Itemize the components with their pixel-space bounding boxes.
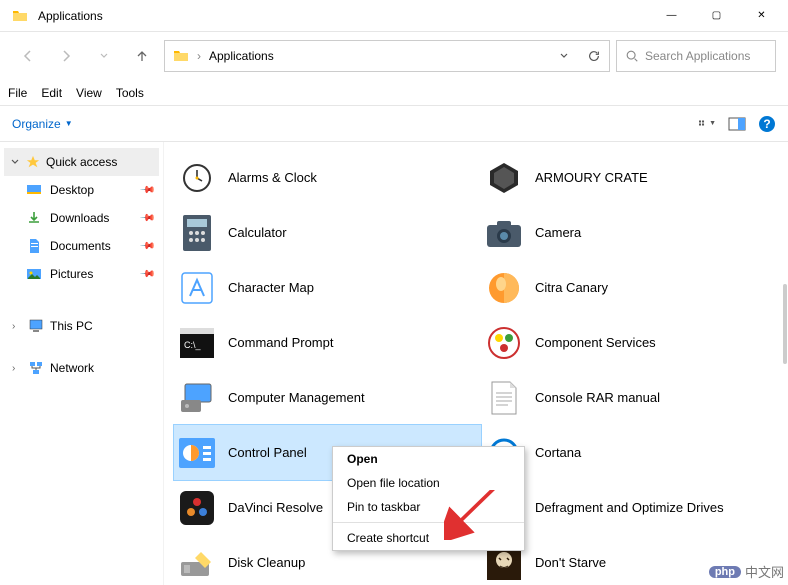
context-menu-open-location[interactable]: Open file location — [333, 471, 524, 495]
pin-icon: 📌 — [138, 266, 155, 283]
character-map-icon — [178, 269, 216, 307]
sidebar-item-network[interactable]: › Network — [4, 354, 159, 382]
titlebar: Applications — ▢ ✕ — [0, 0, 788, 32]
app-item[interactable]: ARMOURY CRATE — [481, 150, 788, 205]
pictures-icon — [26, 266, 42, 282]
forward-button[interactable] — [50, 40, 82, 72]
app-item[interactable]: Computer Management — [174, 370, 481, 425]
app-item[interactable]: Alarms & Clock — [174, 150, 481, 205]
sidebar-item-pictures[interactable]: Pictures 📌 — [4, 260, 159, 288]
control-panel-icon — [178, 434, 216, 472]
documents-icon — [26, 238, 42, 254]
pin-icon: 📌 — [138, 238, 155, 255]
folder-icon — [173, 48, 189, 64]
search-input[interactable]: Search Applications — [616, 40, 776, 72]
network-icon — [28, 360, 44, 376]
context-menu-pin-taskbar[interactable]: Pin to taskbar — [333, 495, 524, 519]
quick-access-header[interactable]: Quick access — [4, 148, 159, 176]
context-menu: Open Open file location Pin to taskbar C… — [332, 446, 525, 551]
sidebar-item-desktop[interactable]: Desktop 📌 — [4, 176, 159, 204]
app-item[interactable]: Defragment and Optimize Drives — [481, 480, 788, 535]
app-item[interactable]: Citra Canary — [481, 260, 788, 315]
menubar: File Edit View Tools — [0, 80, 788, 106]
app-item[interactable]: Console RAR manual — [481, 370, 788, 425]
toolbar: Organize ▼ ▼ ? — [0, 106, 788, 142]
window-title: Applications — [38, 9, 649, 23]
minimize-button[interactable]: — — [649, 1, 694, 31]
address-bar[interactable]: › Applications — [164, 40, 610, 72]
preview-pane-button[interactable] — [728, 115, 746, 133]
search-placeholder: Search Applications — [645, 49, 750, 63]
watermark: php 中文网 — [709, 562, 784, 581]
citra-icon — [485, 269, 523, 307]
app-item[interactable]: Character Map — [174, 260, 481, 315]
back-button[interactable] — [12, 40, 44, 72]
search-icon — [625, 49, 639, 63]
pin-icon: 📌 — [138, 210, 155, 227]
view-options-button[interactable]: ▼ — [698, 115, 716, 133]
pc-icon — [28, 318, 44, 334]
maximize-button[interactable]: ▢ — [694, 1, 739, 31]
app-item[interactable]: Cortana — [481, 425, 788, 480]
close-button[interactable]: ✕ — [739, 1, 784, 31]
context-menu-create-shortcut[interactable]: Create shortcut — [333, 526, 524, 550]
help-button[interactable]: ? — [758, 115, 776, 133]
chevron-right-icon: › — [12, 321, 22, 332]
app-item[interactable]: Camera — [481, 205, 788, 260]
menu-view[interactable]: View — [76, 86, 102, 100]
svg-text:C:\_: C:\_ — [184, 340, 202, 350]
menu-file[interactable]: File — [8, 86, 27, 100]
computer-management-icon — [178, 379, 216, 417]
organize-dropdown[interactable]: Organize ▼ — [12, 117, 73, 131]
app-item[interactable]: Component Services — [481, 315, 788, 370]
context-menu-open[interactable]: Open — [333, 447, 524, 471]
up-button[interactable] — [126, 40, 158, 72]
context-menu-separator — [333, 522, 524, 523]
chevron-down-icon — [10, 157, 20, 167]
sidebar-item-documents[interactable]: Documents 📌 — [4, 232, 159, 260]
star-icon — [26, 155, 40, 169]
app-item[interactable]: Calculator — [174, 205, 481, 260]
refresh-icon[interactable] — [587, 49, 601, 63]
svg-text:?: ? — [763, 117, 770, 131]
pin-icon: 📌 — [138, 182, 155, 199]
sidebar: Quick access Desktop 📌 Downloads 📌 Docum… — [0, 142, 164, 585]
menu-tools[interactable]: Tools — [116, 86, 144, 100]
chevron-down-icon[interactable] — [559, 51, 569, 61]
calculator-icon — [178, 214, 216, 252]
menu-edit[interactable]: Edit — [41, 86, 62, 100]
app-item[interactable]: C:\_ Command Prompt — [174, 315, 481, 370]
sidebar-item-downloads[interactable]: Downloads 📌 — [4, 204, 159, 232]
download-icon — [26, 210, 42, 226]
php-logo: php — [709, 566, 741, 578]
armoury-crate-icon — [485, 159, 523, 197]
disk-cleanup-icon — [178, 544, 216, 582]
component-services-icon — [485, 324, 523, 362]
camera-icon — [485, 214, 523, 252]
davinci-resolve-icon — [178, 489, 216, 527]
sidebar-item-this-pc[interactable]: › This PC — [4, 312, 159, 340]
scrollbar[interactable] — [783, 284, 787, 364]
address-text: Applications — [209, 49, 274, 63]
chevron-right-icon: › — [12, 363, 22, 374]
folder-icon — [12, 8, 28, 24]
recent-dropdown[interactable] — [88, 40, 120, 72]
command-prompt-icon: C:\_ — [178, 324, 216, 362]
alarms-clock-icon — [178, 159, 216, 197]
document-icon — [485, 379, 523, 417]
navigation-bar: › Applications Search Applications — [0, 32, 788, 80]
desktop-icon — [26, 182, 42, 198]
